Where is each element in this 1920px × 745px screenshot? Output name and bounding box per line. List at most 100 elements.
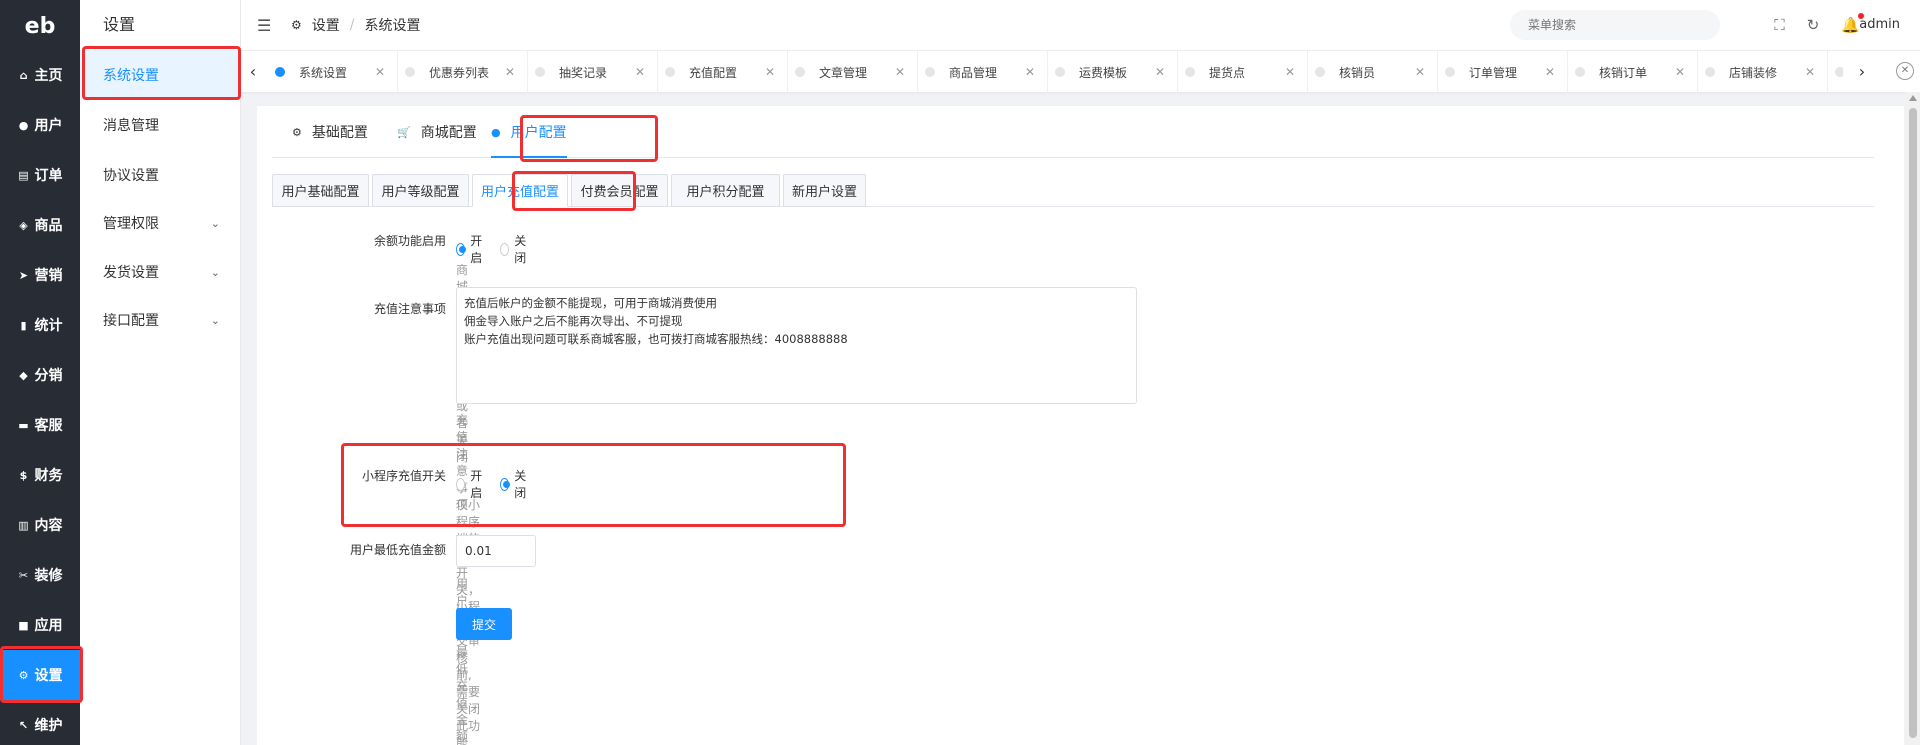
page-tab-5[interactable]: 商品管理 ✕: [918, 51, 1048, 93]
miniapp-off-radio[interactable]: 关闭: [500, 467, 530, 501]
page-tab-4[interactable]: 文章管理 ✕: [788, 51, 918, 93]
chevron-down-icon: ⌄: [210, 265, 220, 279]
close-icon[interactable]: ✕: [1025, 65, 1035, 79]
bell-icon[interactable]: 🔔: [1841, 13, 1864, 34]
balance-off-radio[interactable]: 关闭: [500, 232, 530, 266]
menu-search-input[interactable]: [1510, 10, 1720, 40]
close-icon[interactable]: ✕: [1155, 65, 1165, 79]
config-tab-label: 商城配置: [420, 125, 477, 141]
refresh-icon[interactable]: ↻: [1807, 16, 1820, 34]
nav-item-12[interactable]: ⚙ 设置: [0, 650, 80, 700]
page-tab-10[interactable]: 核销订单 ✕: [1568, 51, 1698, 93]
nav-item-11[interactable]: ■ 应用: [0, 600, 80, 650]
page-tab-9[interactable]: 订单管理 ✕: [1438, 51, 1568, 93]
submit-button[interactable]: 提交: [456, 608, 512, 640]
nav-item-label: 装修: [34, 568, 63, 584]
nav-item-2[interactable]: ▤ 订单: [0, 150, 80, 200]
tab-status-dot: [1575, 67, 1585, 77]
chevron-down-icon: ⌄: [210, 216, 220, 230]
tab-status-dot: [1705, 67, 1715, 77]
tab-status-dot: [405, 67, 415, 77]
tabs-scroll-left-icon[interactable]: ‹: [241, 51, 265, 93]
close-icon[interactable]: ✕: [895, 65, 905, 79]
close-icon[interactable]: ✕: [1545, 65, 1555, 79]
submenu-item-label: 协议设置: [103, 168, 159, 184]
page-tab-3[interactable]: 充值配置 ✕: [658, 51, 788, 93]
nav-item-label: 客服: [34, 418, 63, 434]
subtab-4[interactable]: 用户积分配置: [671, 174, 780, 207]
page-tab-8[interactable]: 核销员 ✕: [1308, 51, 1438, 93]
page-tab-7[interactable]: 提货点 ✕: [1178, 51, 1308, 93]
finance-icon: $: [19, 468, 28, 482]
subtab-1[interactable]: 用户等级配置: [372, 174, 469, 207]
tabs-scroll-right-icon[interactable]: ›: [1850, 51, 1874, 93]
nav-item-8[interactable]: $ 财务: [0, 450, 80, 500]
breadcrumb-root[interactable]: 设置: [312, 15, 340, 35]
nav-item-10[interactable]: ✂ 装修: [0, 550, 80, 600]
logo[interactable]: eb: [0, 0, 80, 52]
config-tab-0[interactable]: ⚙ 基础配置: [292, 106, 368, 158]
nav-item-9[interactable]: ▥ 内容: [0, 500, 80, 550]
submenu-item-1[interactable]: 消息管理: [80, 100, 240, 150]
nav-item-6[interactable]: ◆ 分销: [0, 350, 80, 400]
submenu-item-0[interactable]: 系统设置: [80, 50, 240, 100]
nav-item-7[interactable]: ▬ 客服: [0, 400, 80, 450]
close-icon[interactable]: ✕: [1805, 65, 1815, 79]
page-tab-1[interactable]: 优惠券列表 ✕: [398, 51, 528, 93]
chart-icon: ▮: [20, 318, 27, 332]
close-icon[interactable]: ✕: [635, 65, 645, 79]
fullscreen-icon[interactable]: ⛶: [1774, 16, 1785, 34]
nav-item-3[interactable]: ◈ 商品: [0, 200, 80, 250]
config-tab-1[interactable]: 🛒 商城配置: [397, 106, 477, 158]
close-icon[interactable]: ✕: [1415, 65, 1425, 79]
notice-textarea[interactable]: [456, 287, 1137, 404]
tab-label: 充值配置: [689, 65, 738, 80]
secondary-sidebar-title: 设置: [103, 15, 136, 34]
page-tab-6[interactable]: 运费模板 ✕: [1048, 51, 1178, 93]
tab-status-dot: [665, 67, 675, 77]
config-tab-label: 用户配置: [510, 125, 567, 141]
page-tabs: 系统设置 ✕ 优惠券列表 ✕ 抽奖记录 ✕ 充值配置 ✕ 文章管理 ✕ 商品管理 ✕ 运费模板 ✕ 提货点 ✕…: [268, 51, 1843, 93]
close-icon[interactable]: ✕: [1285, 65, 1295, 79]
tab-label: 店铺装修: [1729, 65, 1778, 80]
gear-icon: ⚙: [18, 668, 29, 682]
page-tab-2[interactable]: 抽奖记录 ✕: [528, 51, 658, 93]
scroll-up-icon[interactable]: [1909, 95, 1917, 101]
close-icon[interactable]: ✕: [765, 65, 775, 79]
close-all-tabs-icon[interactable]: ✕: [1896, 62, 1914, 80]
page-tab-0[interactable]: 系统设置 ✕: [268, 51, 398, 93]
close-icon[interactable]: ✕: [505, 65, 515, 79]
nav-item-label: 统计: [34, 318, 63, 334]
submenu-item-4[interactable]: 发货设置 ⌄: [80, 247, 240, 297]
tab-status-dot: [275, 67, 285, 77]
goods-icon: ◈: [19, 218, 28, 232]
miniapp-recharge-label: 小程序充值开关: [361, 469, 446, 483]
submenu-item-label: 管理权限: [103, 216, 159, 232]
nav-item-5[interactable]: ▮ 统计: [0, 300, 80, 350]
close-icon[interactable]: ✕: [1675, 65, 1685, 79]
nav-item-4[interactable]: ➤ 营销: [0, 250, 80, 300]
submenu-item-2[interactable]: 协议设置: [80, 150, 240, 200]
nav-item-0[interactable]: ⌂ 主页: [0, 50, 80, 100]
user-menu[interactable]: admin: [1859, 0, 1900, 50]
page-scrollbar[interactable]: [1906, 92, 1920, 745]
decorate-icon: ✂: [18, 568, 29, 582]
tab-status-dot: [925, 67, 935, 77]
scrollbar-thumb[interactable]: [1909, 108, 1917, 738]
nav-item-1[interactable]: ● 用户: [0, 100, 80, 150]
min-amount-input[interactable]: [456, 535, 536, 567]
subtab-3[interactable]: 付费会员配置: [571, 174, 668, 207]
page-tab-12[interactable]: 运✕: [1828, 51, 1843, 93]
config-tab-2[interactable]: ● 用户配置: [491, 106, 567, 158]
subtab-5[interactable]: 新用户设置: [783, 174, 866, 207]
subtab-0[interactable]: 用户基础配置: [272, 174, 369, 207]
nav-item-13[interactable]: ↖ 维护: [0, 700, 80, 745]
subtab-2[interactable]: 用户充值配置: [472, 174, 568, 207]
page-tab-11[interactable]: 店铺装修 ✕: [1698, 51, 1828, 93]
balance-label: 余额功能启用: [373, 234, 446, 248]
submenu-item-3[interactable]: 管理权限 ⌄: [80, 198, 240, 248]
menu-collapse-icon[interactable]: ☰: [257, 16, 275, 35]
tab-status-dot: [795, 67, 805, 77]
close-icon[interactable]: ✕: [375, 65, 385, 79]
submenu-item-5[interactable]: 接口配置 ⌄: [80, 295, 240, 345]
